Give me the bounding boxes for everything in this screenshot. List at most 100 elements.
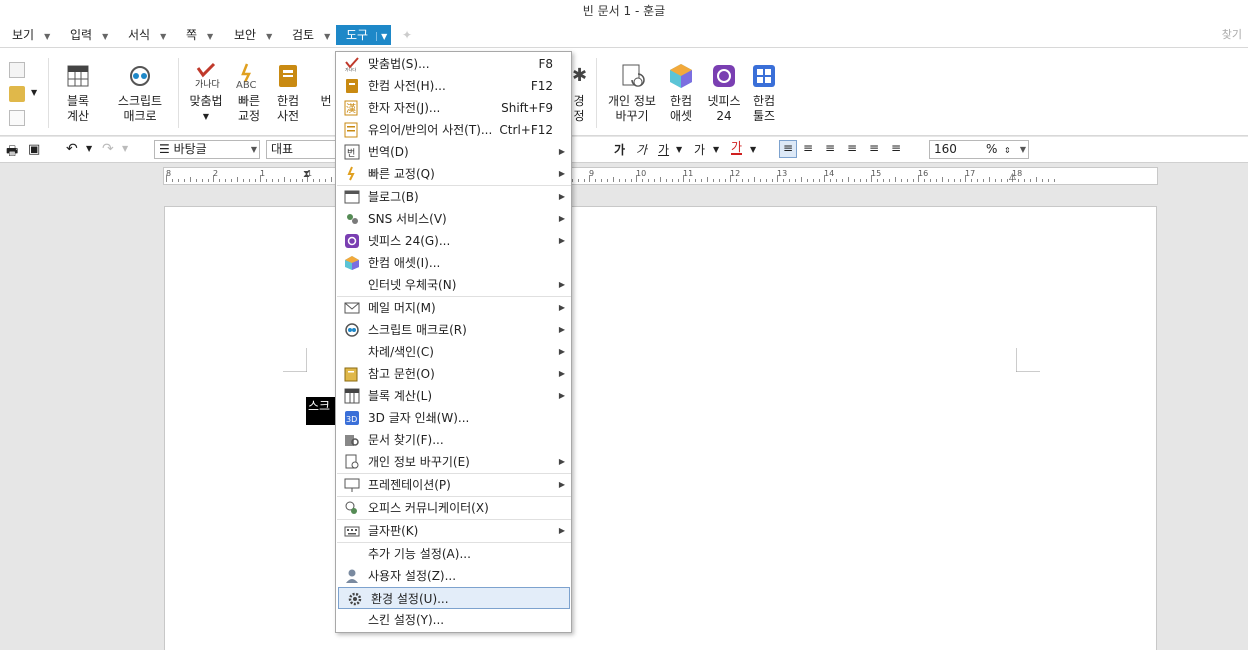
chevron-down-icon[interactable]: ▼ <box>31 88 37 97</box>
quick-fix-button[interactable]: ABC 빠른 교정 <box>232 48 266 124</box>
privacy-icon <box>345 454 359 469</box>
redo-icon[interactable]: ↷ <box>102 141 114 157</box>
menu-item-netffice[interactable]: 넷피스 24(G)... ▶ <box>336 230 571 252</box>
ruler-tick <box>772 179 773 182</box>
menu-item-macro[interactable]: 스크립트 매크로(R) ▶ <box>336 319 571 341</box>
menu-item-translate[interactable]: 번 번역(D) ▶ <box>336 141 571 163</box>
menu-item-dictionary[interactable]: 한컴 사전(H)... F12 <box>336 75 571 97</box>
menu-view[interactable]: 보기 ▼ <box>10 25 52 45</box>
paste-icon[interactable] <box>9 110 25 126</box>
horizontal-ruler[interactable]: 821156789101112131415161718⧗△ <box>163 167 1158 185</box>
block-calc-icon <box>344 388 360 404</box>
menu-item-reference[interactable]: 참고 문헌(O) ▶ <box>336 363 571 385</box>
document-page[interactable] <box>164 206 1157 650</box>
menu-item-label: 메일 머지(M) <box>368 301 436 315</box>
menu-item-block-calc[interactable]: 블록 계산(L) ▶ <box>336 385 571 407</box>
menu-format[interactable]: 서식 ▼ <box>126 25 168 45</box>
script-macro-button[interactable]: 스크립트 매크로 <box>112 48 168 124</box>
menu-review[interactable]: 검토 ▼ <box>290 25 332 45</box>
hancom-asset-button[interactable]: 한컴 애셋 <box>664 48 698 124</box>
align-right-button[interactable]: ≡ <box>847 141 857 155</box>
align-justify-button[interactable]: ≡ <box>779 140 797 158</box>
hancom-tools-button[interactable]: 한컴 툴즈 <box>748 48 780 124</box>
menu-item-label: 오피스 커뮤니케이터(X) <box>368 501 489 515</box>
spellcheck-button[interactable]: 가나다 맞춤법 ▼ <box>186 48 226 124</box>
menu-item-privacy[interactable]: 개인 정보 바꾸기(E) ▶ <box>336 451 571 473</box>
align-center-button[interactable]: ≡ <box>825 141 835 155</box>
chevron-down-icon[interactable]: ▼ <box>750 145 756 154</box>
ruler-tick <box>1054 179 1055 182</box>
ruler-tick <box>290 179 291 182</box>
menu-item-quick-fix[interactable]: 빠른 교정(Q) ▶ <box>336 163 571 185</box>
preview-icon[interactable]: ▣ <box>28 142 40 157</box>
spinner-icon[interactable]: ⇕ <box>1004 142 1011 159</box>
align-left-button[interactable]: ≡ <box>803 141 813 155</box>
ruler-tick <box>654 179 655 182</box>
strikethrough-button[interactable]: 가 <box>694 141 705 158</box>
ruler-tick <box>854 179 855 182</box>
chevron-down-icon[interactable]: ▼ <box>86 144 92 153</box>
find-label[interactable]: 찾기 <box>1222 26 1242 42</box>
puzzle-icon[interactable]: ✦ <box>402 28 412 42</box>
chevron-down-icon[interactable]: ▼ <box>676 145 682 154</box>
copy-icon[interactable] <box>9 62 25 78</box>
chevron-down-icon[interactable]: ▼ <box>713 145 719 154</box>
menu-item-item-10[interactable]: 인터넷 우체국(N) ▶ <box>336 274 571 296</box>
ruler-tick <box>813 179 814 182</box>
menu-tools[interactable]: 도구 ▼ <box>336 25 392 45</box>
print-icon[interactable]: 🖶 <box>6 142 18 164</box>
ruler-number: 15 <box>871 169 882 178</box>
align-distribute-button[interactable]: ≡ <box>869 141 879 155</box>
ruler-tick <box>196 179 197 182</box>
ruler-number: 14 <box>824 169 835 178</box>
menu-page[interactable]: 쪽 ▼ <box>184 25 215 45</box>
menu-item-label: 블록 계산(L) <box>368 389 433 403</box>
right-margin-marker-icon[interactable]: △ <box>1009 172 1016 182</box>
menu-item-communicator[interactable]: 오피스 커뮤니케이터(X) <box>336 497 571 519</box>
font-color-button[interactable]: 가 <box>731 141 743 155</box>
menu-item-gear[interactable]: 환경 설정(U)... <box>338 587 570 609</box>
align-divide-button[interactable]: ≡ <box>891 141 901 155</box>
undo-icon[interactable]: ↶ <box>66 141 78 157</box>
menu-item-find-doc[interactable]: 문서 찾기(F)... <box>336 429 571 451</box>
menu-item-sns[interactable]: SNS 서비스(V) ▶ <box>336 208 571 230</box>
hancom-dict-button[interactable]: 한컴 사전 <box>271 48 305 124</box>
format-painter-icon[interactable] <box>9 86 25 102</box>
menu-item-keyboard[interactable]: 글자판(K) ▶ <box>336 520 571 542</box>
chevron-down-icon: ▼ <box>207 32 214 41</box>
menu-item-asset[interactable]: 한컴 애셋(I)... <box>336 252 571 274</box>
indent-marker-icon[interactable]: ⧗ <box>303 169 310 180</box>
menu-security[interactable]: 보안 ▼ <box>232 25 274 45</box>
ruler-tick <box>178 179 179 182</box>
translate-button[interactable]: 번 <box>318 48 334 109</box>
chevron-down-icon[interactable]: ▼ <box>186 109 226 124</box>
underline-button[interactable]: 가 <box>658 141 669 158</box>
menu-item-presentation[interactable]: 프레젠테이션(P) ▶ <box>336 474 571 496</box>
menu-insert[interactable]: 입력 ▼ <box>68 25 110 45</box>
bold-button[interactable]: 가 <box>614 141 625 158</box>
submenu-arrow-icon: ▶ <box>558 169 565 178</box>
menu-item-3d-print[interactable]: 3D 3D 글자 인쇄(W)... <box>336 407 571 429</box>
communicator-icon <box>345 501 357 514</box>
font-select[interactable]: 대표 <box>266 140 336 159</box>
menu-item-item-25[interactable]: 스킨 설정(Y)... <box>336 609 571 631</box>
ruler-tick <box>666 179 667 182</box>
env-settings-button[interactable]: ✱ 경 정 <box>572 48 587 124</box>
privacy-swap-button[interactable]: 개인 정보 바꾸기 <box>606 48 658 124</box>
style-select[interactable]: ☰ 바탕글 ▼ <box>154 140 260 159</box>
italic-button[interactable]: 가 <box>636 141 647 158</box>
menu-item-mail[interactable]: 메일 머지(M) ▶ <box>336 297 571 319</box>
selected-text[interactable]: 스크 <box>306 397 336 425</box>
menu-item-thesaurus[interactable]: 유의어/반의어 사전(T)... Ctrl+F12 <box>336 119 571 141</box>
menu-item-spellcheck[interactable]: 가나다 맞춤법(S)... F8 <box>336 53 571 75</box>
zoom-select[interactable]: 160 % ⇕ ▼ <box>929 140 1029 159</box>
menu-item-blog[interactable]: 블로그(B) ▶ <box>336 186 571 208</box>
menu-item-user-settings[interactable]: 사용자 설정(Z)... <box>336 565 571 587</box>
menu-item-label: 참고 문헌(O) <box>368 367 435 381</box>
menu-item-hanja[interactable]: 漢 한자 자전(J)... Shift+F9 <box>336 97 571 119</box>
menu-item-item-13[interactable]: 차례/색인(C) ▶ <box>336 341 571 363</box>
menu-item-item-22[interactable]: 추가 기능 설정(A)... <box>336 543 571 565</box>
chevron-down-icon[interactable]: ▼ <box>122 144 128 153</box>
block-calc-button[interactable]: 블록 계산 <box>58 48 98 124</box>
netpia-button[interactable]: 넷피스 24 <box>704 48 744 124</box>
